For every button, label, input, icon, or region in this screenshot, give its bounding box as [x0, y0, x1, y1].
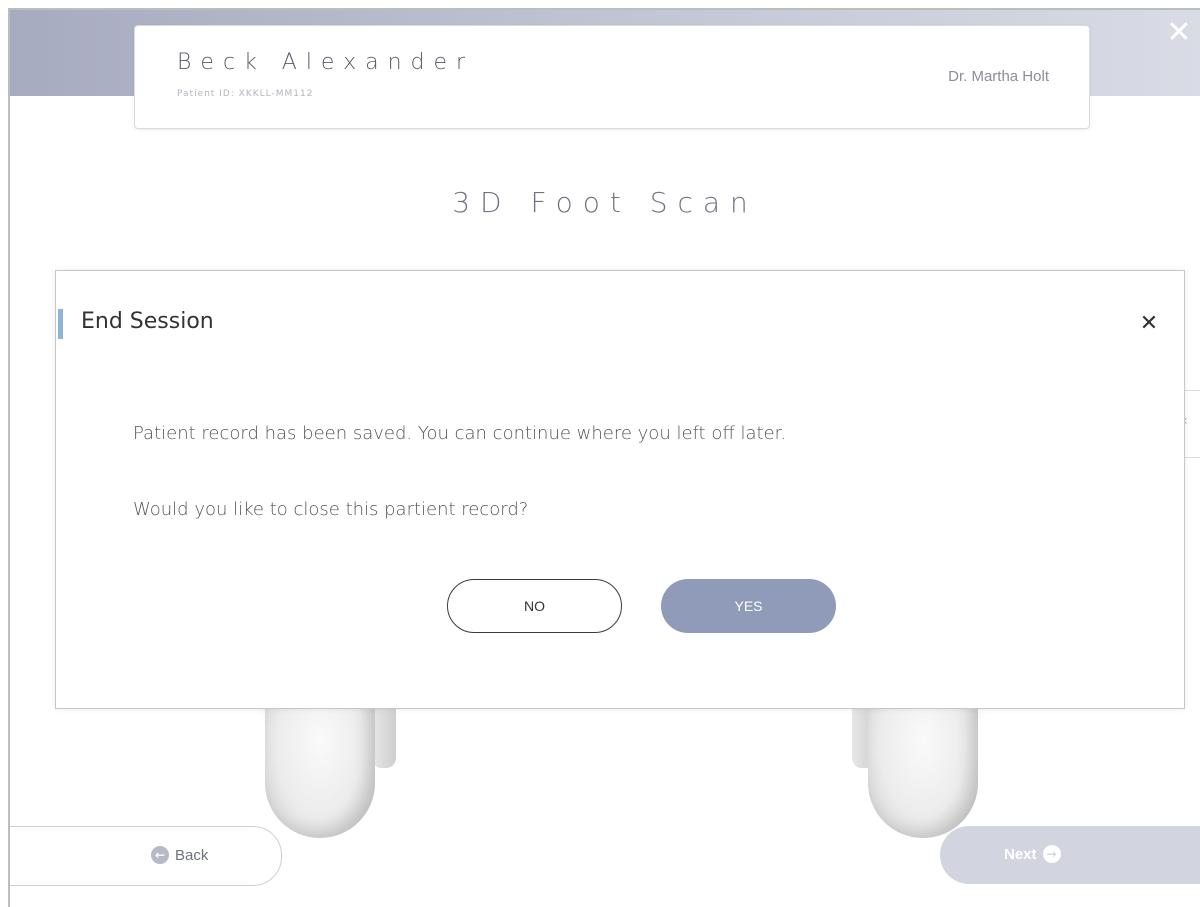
arrow-left-circle-icon: ←	[151, 846, 169, 864]
doctor-name: Dr. Martha Holt	[948, 68, 1049, 85]
dialog-title: End Session	[81, 309, 214, 334]
back-button-content: ← Back	[151, 846, 208, 864]
no-button[interactable]: NO	[447, 579, 622, 633]
app-window: ✕ Beck Alexander Patient ID: XKKLL-MM112…	[8, 8, 1200, 907]
next-button-label: Next	[1004, 845, 1037, 863]
patient-card: Beck Alexander Patient ID: XKKLL-MM112 D…	[134, 25, 1090, 129]
yes-button[interactable]: YES	[661, 579, 836, 633]
page-title: 3D Foot Scan	[452, 186, 758, 219]
next-button-content: Next →	[1004, 845, 1061, 863]
back-button[interactable]: ← Back	[10, 826, 282, 886]
end-session-dialog: End Session ✕ Patient record has been sa…	[55, 270, 1185, 709]
window-close-icon[interactable]: ✕	[1162, 16, 1196, 50]
patient-name: Beck Alexander	[177, 50, 475, 75]
dialog-close-icon[interactable]: ✕	[1134, 309, 1164, 339]
patient-id: Patient ID: XKKLL-MM112	[177, 89, 314, 99]
back-button-label: Back	[175, 846, 209, 864]
arrow-right-circle-icon: →	[1042, 845, 1061, 863]
dialog-message-saved: Patient record has been saved. You can c…	[133, 423, 787, 444]
dialog-message-question: Would you like to close this partient re…	[133, 499, 529, 520]
next-button[interactable]: Next →	[940, 826, 1200, 884]
dialog-accent-bar	[58, 309, 63, 339]
